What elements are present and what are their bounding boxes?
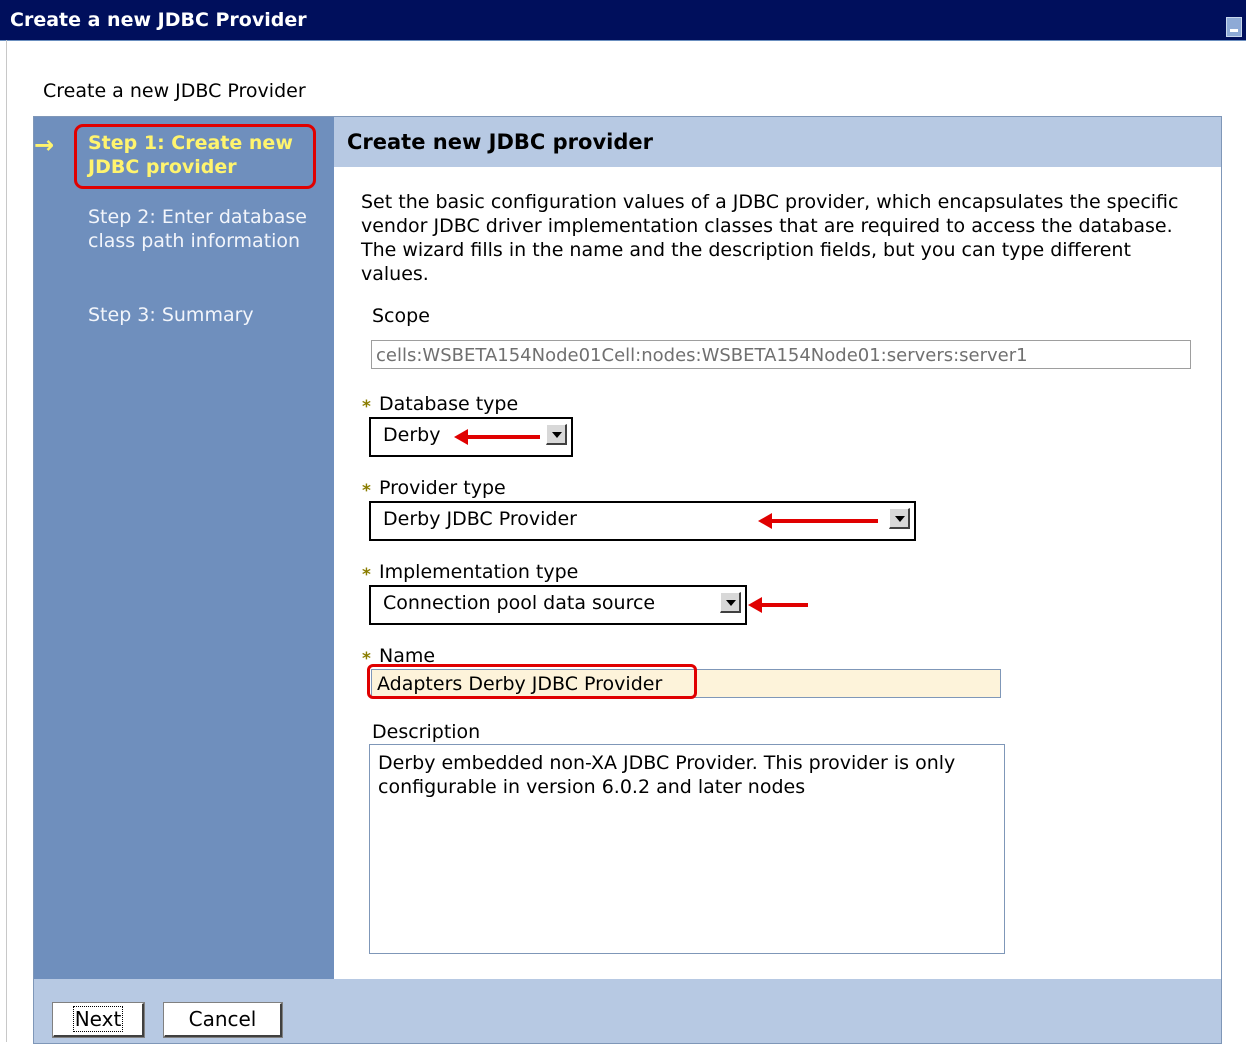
red-circle-annotation [74,124,316,189]
current-step-arrow-icon: → [34,131,55,159]
panel-header: Create new JDBC provider [334,117,1221,167]
required-icon: * [362,565,371,585]
window-title-bar: Create a new JDBC Provider [0,0,1246,41]
chevron-down-icon[interactable] [889,508,910,529]
step-3: Step 3: Summary [88,304,254,326]
scope-field: cells:WSBETA154Node01Cell:nodes:WSBETA15… [371,340,1191,369]
next-button[interactable]: Next [52,1002,145,1038]
provider-type-label: Provider type [379,477,506,499]
page-heading: Create a new JDBC Provider [43,80,306,102]
button-bar: Next Cancel [34,979,1221,1043]
description-label: Description [372,721,481,743]
description-textarea[interactable]: Derby embedded non-XA JDBC Provider. Thi… [369,744,1005,954]
red-arrow-annotation [454,429,540,445]
database-type-value: Derby [383,424,441,446]
implementation-type-label: Implementation type [379,561,579,583]
window-title: Create a new JDBC Provider [10,9,307,31]
left-border [6,40,7,1042]
red-circle-annotation [367,664,697,699]
provider-type-value: Derby JDBC Provider [383,508,577,530]
implementation-type-value: Connection pool data source [383,592,656,614]
chevron-down-icon[interactable] [546,424,567,445]
minimize-icon[interactable] [1226,17,1242,37]
cancel-button[interactable]: Cancel [163,1002,283,1038]
next-button-label: Next [72,1006,124,1032]
database-type-label: Database type [379,393,519,415]
red-arrow-annotation [748,597,808,613]
panel-description: Set the basic configuration values of a … [361,191,1179,285]
implementation-type-select[interactable]: Connection pool data source [369,585,747,625]
scope-label: Scope [372,305,430,327]
chevron-down-icon[interactable] [720,592,741,613]
wizard-container: → Step 1: Create new JDBC provider Step … [33,116,1222,1044]
required-icon: * [362,397,371,417]
required-icon: * [362,481,371,501]
step-navigation: → Step 1: Create new JDBC provider Step … [34,117,334,979]
step-2: Step 2: Enter database class path inform… [88,206,307,252]
red-arrow-annotation [758,513,878,529]
panel-title: Create new JDBC provider [347,130,653,154]
